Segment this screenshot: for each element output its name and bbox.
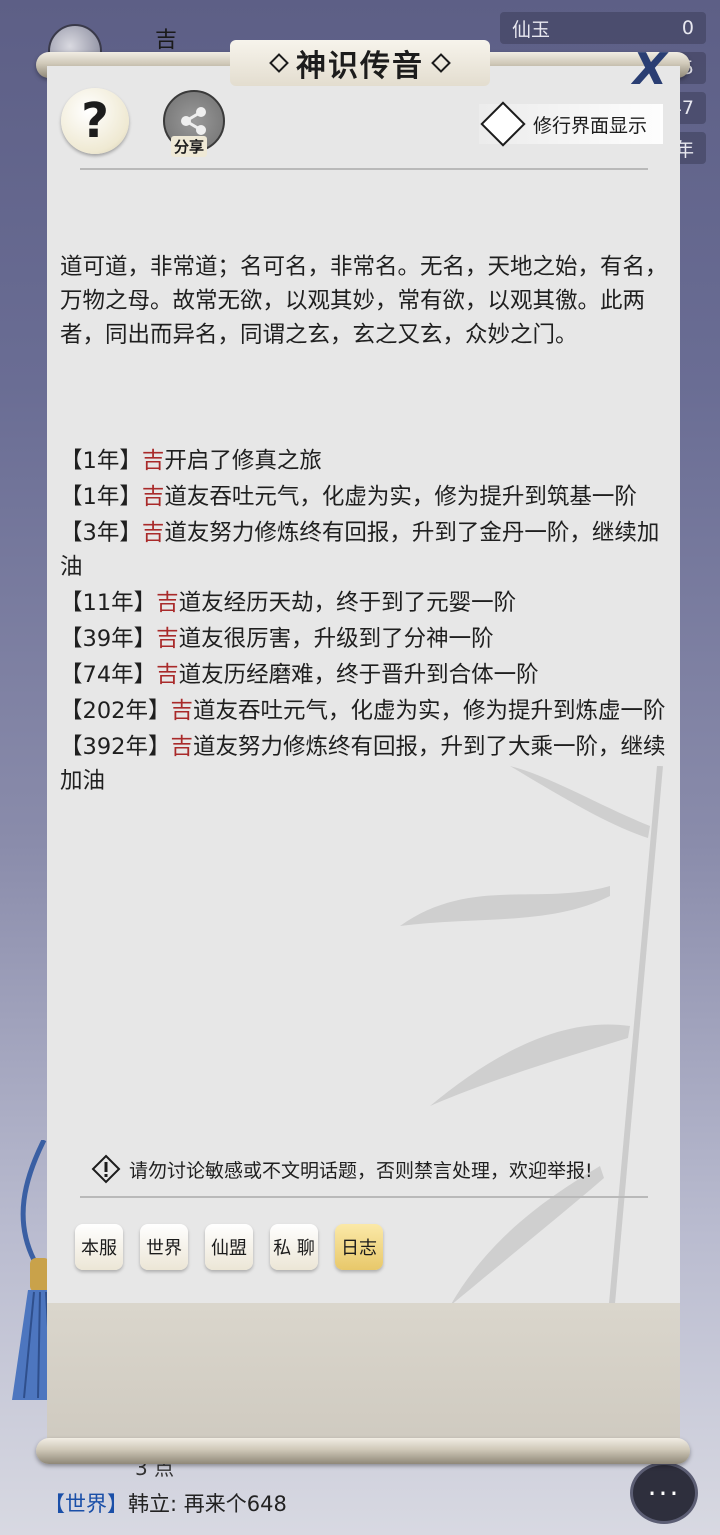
log-year: 【74年】 <box>60 662 157 688</box>
channel-tabs: 本服 世界 仙盟 私 聊 日志 <box>75 1224 383 1270</box>
log-text: 道友吞吐元气，化虚为实，修为提升到筑基一阶 <box>164 484 637 510</box>
log-entry: 【3年】吉道友努力修炼终有回报，升到了金丹一阶，继续加油 <box>60 516 670 584</box>
dialog-panel: ? 分享 修行界面显示 道可道，非常道；名可名，非常名。无名，天地之始，有名，万… <box>47 66 680 1444</box>
log-entry: 【74年】吉道友历经磨难，终于晋升到合体一阶 <box>60 658 670 692</box>
log-player-name: 吉 <box>156 590 179 616</box>
top-divider <box>80 168 648 170</box>
title-ornament-icon <box>431 53 451 73</box>
tab-private-chat[interactable]: 私 聊 <box>270 1224 318 1270</box>
log-year: 【39年】 <box>60 626 157 652</box>
warning-icon <box>91 1154 121 1184</box>
tab-alliance[interactable]: 仙盟 <box>205 1224 253 1270</box>
checkbox-diamond-icon[interactable] <box>480 101 526 147</box>
log-entry: 【1年】吉开启了修真之旅 <box>60 444 670 478</box>
log-year: 【11年】 <box>60 590 157 616</box>
close-button[interactable]: X <box>628 48 672 92</box>
toggle-label: 修行界面显示 <box>533 114 648 137</box>
log-player-name: 吉 <box>170 734 193 760</box>
chat-bubble-button[interactable]: ··· <box>630 1462 698 1524</box>
share-button[interactable]: 分享 <box>163 90 225 157</box>
log-player-name: 吉 <box>141 484 165 510</box>
log-entry: 【392年】吉道友努力修炼终有回报，升到了大乘一阶，继续加油 <box>60 730 670 798</box>
log-year: 【1年】 <box>60 484 142 510</box>
player-name: 吉 <box>155 28 178 53</box>
log-text: 道友经历天劫，终于到了元婴一阶 <box>178 590 517 616</box>
speaker-name: 韩立: <box>128 1492 178 1516</box>
warning-notice: 请勿讨论敏感或不文明话题，否则禁言处理，欢迎举报! <box>91 1154 593 1184</box>
tab-server[interactable]: 本服 <box>75 1224 123 1270</box>
tab-world[interactable]: 世界 <box>140 1224 188 1270</box>
help-button[interactable]: ? <box>61 88 129 154</box>
share-label: 分享 <box>171 136 208 157</box>
message-poem: 道可道，非常道；名可名，非常名。无名，天地之始，有名，万物之母。故常无欲，以观其… <box>60 254 668 348</box>
input-area <box>47 1303 680 1444</box>
dialog-title-plate: 神识传音 <box>230 40 490 86</box>
log-player-name: 吉 <box>170 698 193 724</box>
dialog-title: 神识传音 <box>296 49 424 84</box>
log-player-name: 吉 <box>156 626 179 652</box>
world-chat-line: 【世界】韩立: 再来个648 <box>44 1488 287 1518</box>
log-year: 【392年】 <box>60 734 171 760</box>
bottom-divider <box>80 1196 648 1198</box>
log-entry: 【1年】吉道友吞吐元气，化虚为实，修为提升到筑基一阶 <box>60 480 670 514</box>
stat-label: 仙玉 <box>512 18 551 41</box>
world-tag: 【世界】 <box>44 1492 128 1516</box>
log-text: 道友历经磨难，终于晋升到合体一阶 <box>178 662 539 688</box>
log-entry: 【39年】吉道友很厉害，升级到了分神一阶 <box>60 622 670 656</box>
log-entry: 【11年】吉道友经历天劫，终于到了元婴一阶 <box>60 586 670 620</box>
bamboo-watermark <box>400 766 663 1326</box>
warning-text: 请勿讨论敏感或不文明话题，否则禁言处理，欢迎举报! <box>129 1159 593 1182</box>
log-text: 道友吞吐元气，化虚为实，修为提升到炼虚一阶 <box>192 698 666 724</box>
toggle-show-on-cultivation[interactable]: 修行界面显示 <box>479 101 664 147</box>
log-player-name: 吉 <box>141 448 165 474</box>
log-player-name: 吉 <box>156 662 179 688</box>
log-text: 道友很厉害，升级到了分神一阶 <box>178 626 494 652</box>
log-year: 【1年】 <box>60 448 142 474</box>
log-year: 【202年】 <box>60 698 171 724</box>
tab-log[interactable]: 日志 <box>335 1224 383 1270</box>
log-text: 开启了修真之旅 <box>164 448 322 474</box>
scroll-bottom-rod <box>36 1438 690 1464</box>
log-year: 【3年】 <box>60 520 142 546</box>
log-list: 【1年】吉开启了修真之旅 【1年】吉道友吞吐元气，化虚为实，修为提升到筑基一阶 … <box>60 444 670 798</box>
log-entry: 【202年】吉道友吞吐元气，化虚为实，修为提升到炼虚一阶 <box>60 694 670 728</box>
stat-value: 0 <box>681 17 694 39</box>
title-ornament-icon <box>269 53 289 73</box>
close-icon: X <box>633 44 667 95</box>
help-icon: ? <box>81 93 109 149</box>
chat-text: 再来个648 <box>183 1492 287 1516</box>
chat-bubble-icon: ··· <box>647 1476 681 1510</box>
stat-xianyu: 仙玉 0 <box>500 12 706 44</box>
log-player-name: 吉 <box>141 520 165 546</box>
